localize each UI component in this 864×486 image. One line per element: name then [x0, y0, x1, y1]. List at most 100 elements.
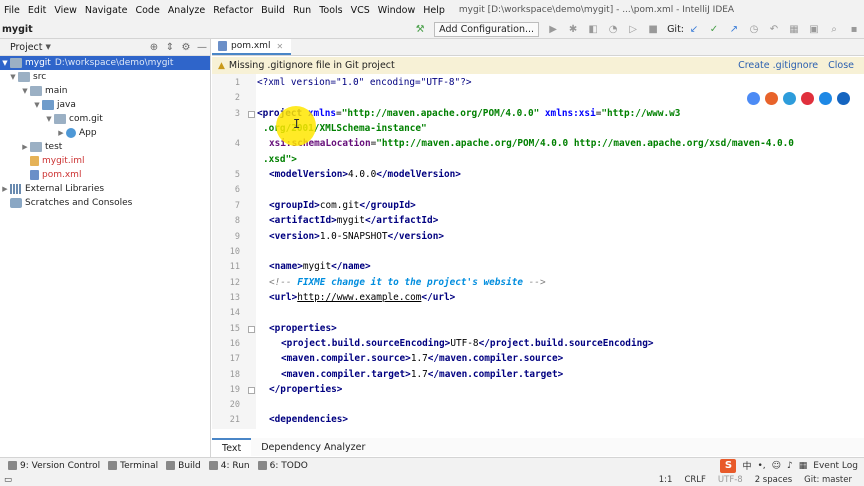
edge-icon[interactable]	[837, 92, 850, 105]
safari-icon[interactable]	[783, 92, 796, 105]
chevron-down-icon[interactable]: ▼	[44, 115, 54, 123]
git-commit-icon[interactable]: ✓	[707, 22, 721, 36]
chevron-down-icon[interactable]: ▼	[20, 87, 30, 95]
tree-item-java[interactable]: ▼ java	[0, 98, 210, 112]
expand-icon[interactable]: ▪	[847, 22, 861, 36]
code-line[interactable]: </properties>	[269, 384, 342, 395]
locate-icon[interactable]: ⊕	[146, 42, 162, 53]
chevron-right-icon[interactable]: ▶	[20, 143, 30, 151]
git-branch[interactable]: Git: master	[804, 475, 852, 485]
indent-setting[interactable]: 2 spaces	[755, 475, 792, 485]
code-line[interactable]: <version>1.0-SNAPSHOT</version>	[269, 231, 444, 242]
chevron-down-icon[interactable]: ▼	[32, 101, 42, 109]
menu-analyze[interactable]: Analyze	[164, 5, 209, 16]
create-gitignore-link[interactable]: Create .gitignore	[738, 60, 818, 71]
keyboard-icon[interactable]: ▦	[799, 461, 808, 471]
tree-item-scratches[interactable]: Scratches and Consoles	[0, 196, 210, 210]
breadcrumb-project[interactable]: mygit	[0, 24, 33, 35]
project-panel-title[interactable]: Project	[0, 42, 43, 53]
git-update-icon[interactable]: ↙	[687, 22, 701, 36]
run-dropdown-icon[interactable]: ▷	[626, 22, 640, 36]
chevron-right-icon[interactable]: ▶	[56, 129, 66, 137]
hammer-icon[interactable]: ⚒	[413, 22, 427, 36]
menu-run[interactable]: Run	[289, 5, 315, 16]
add-configuration-button[interactable]: Add Configuration...	[434, 21, 540, 37]
git-push-icon[interactable]: ↗	[727, 22, 741, 36]
line-separator[interactable]: CRLF	[684, 475, 705, 485]
collapse-all-icon[interactable]: ⇕	[162, 42, 178, 53]
menu-help[interactable]: Help	[419, 5, 449, 16]
tool-run[interactable]: 4: Run	[208, 461, 250, 471]
menu-window[interactable]: Window	[374, 5, 419, 16]
firefox-icon[interactable]	[765, 92, 778, 105]
gear-icon[interactable]: ⚙	[178, 42, 194, 53]
menu-file[interactable]: File	[0, 5, 24, 16]
tree-item-main[interactable]: ▼ main	[0, 84, 210, 98]
code-line-wrapped[interactable]: .xsd">	[263, 154, 297, 165]
tree-item-app[interactable]: ▶ App	[0, 126, 210, 140]
close-icon[interactable]: ✕	[276, 42, 283, 51]
code-line[interactable]: <?xml version="1.0" encoding="UTF-8"?>	[257, 77, 471, 88]
file-encoding[interactable]: UTF-8	[718, 475, 743, 485]
tree-item-external-libraries[interactable]: ▶ External Libraries	[0, 182, 210, 196]
tree-item-pom-xml[interactable]: pom.xml	[0, 168, 210, 182]
fold-marker-icon[interactable]	[248, 387, 255, 394]
code-line[interactable]: <maven.compiler.source>1.7</maven.compil…	[281, 353, 563, 364]
menu-refactor[interactable]: Refactor	[209, 5, 257, 16]
hide-icon[interactable]: —	[194, 42, 210, 53]
status-menu-icon[interactable]: ▭	[4, 475, 12, 485]
fold-marker-icon[interactable]	[248, 326, 255, 333]
tree-item-test[interactable]: ▶ test	[0, 140, 210, 154]
chevron-down-icon[interactable]: ▼	[8, 73, 18, 81]
code-line[interactable]: <properties>	[269, 323, 337, 334]
ime-toolbar[interactable]: S 中 •, ☺ ♪ ▦ Event Log	[720, 458, 858, 473]
opera-icon[interactable]	[801, 92, 814, 105]
tool-build[interactable]: Build	[166, 461, 201, 471]
sogou-ime-icon[interactable]: S	[720, 458, 737, 473]
debug-icon[interactable]: ✱	[566, 22, 580, 36]
history-icon[interactable]: ◷	[747, 22, 761, 36]
code-line[interactable]: <groupId>com.git</groupId>	[269, 200, 416, 211]
coverage-icon[interactable]: ◧	[586, 22, 600, 36]
search-icon[interactable]: ⌕	[827, 22, 841, 36]
menu-tools[interactable]: Tools	[315, 5, 346, 16]
menu-view[interactable]: View	[50, 5, 81, 16]
code-line[interactable]: <!-- FIXME change it to the project's we…	[269, 277, 546, 288]
rollback-icon[interactable]: ↶	[767, 22, 781, 36]
code-line[interactable]: <artifactId>mygit</artifactId>	[269, 215, 438, 226]
microphone-icon[interactable]: ♪	[787, 461, 793, 471]
chevron-down-icon[interactable]: ▼	[0, 59, 10, 67]
settings-icon[interactable]: ▣	[807, 22, 821, 36]
code-line[interactable]: <project xmlns="http://maven.apache.org/…	[257, 108, 680, 119]
menu-navigate[interactable]: Navigate	[81, 5, 132, 16]
caret-position[interactable]: 1:1	[659, 475, 673, 485]
tree-item-mygit[interactable]: ▼ mygit D:\workspace\demo\mygit	[0, 56, 210, 70]
code-line[interactable]: <project.build.sourceEncoding>UTF-8</pro…	[281, 338, 654, 349]
menu-build[interactable]: Build	[257, 5, 289, 16]
close-banner-link[interactable]: Close	[828, 60, 854, 71]
tool-terminal[interactable]: Terminal	[108, 461, 158, 471]
chevron-down-icon[interactable]: ▼	[46, 43, 51, 51]
ime-punct-icon[interactable]: •,	[757, 461, 765, 471]
tab-dependency-analyzer[interactable]: Dependency Analyzer	[251, 438, 375, 456]
tree-item-src[interactable]: ▼ src	[0, 70, 210, 84]
run-icon[interactable]: ▶	[546, 22, 560, 36]
menu-edit[interactable]: Edit	[24, 5, 50, 16]
menu-vcs[interactable]: VCS	[347, 5, 374, 16]
code-line[interactable]: <modelVersion>4.0.0</modelVersion>	[269, 169, 461, 180]
code-line[interactable]: xsi:schemaLocation="http://maven.apache.…	[269, 138, 794, 149]
stop-icon[interactable]: ■	[646, 22, 660, 36]
chrome-icon[interactable]	[747, 92, 760, 105]
profile-icon[interactable]: ◔	[606, 22, 620, 36]
menu-code[interactable]: Code	[131, 5, 163, 16]
ie-icon[interactable]	[819, 92, 832, 105]
tree-item-com-git[interactable]: ▼ com.git	[0, 112, 210, 126]
code-line[interactable]: <name>mygit</name>	[269, 261, 371, 272]
tab-text[interactable]: Text	[212, 438, 252, 456]
event-log-label[interactable]: Event Log	[813, 461, 858, 471]
chevron-right-icon[interactable]: ▶	[0, 185, 10, 193]
project-structure-icon[interactable]: ▦	[787, 22, 801, 36]
emoji-icon[interactable]: ☺	[772, 461, 781, 471]
tool-todo[interactable]: 6: TODO	[257, 461, 308, 471]
tab-pom-xml[interactable]: pom.xml ✕	[212, 39, 292, 55]
